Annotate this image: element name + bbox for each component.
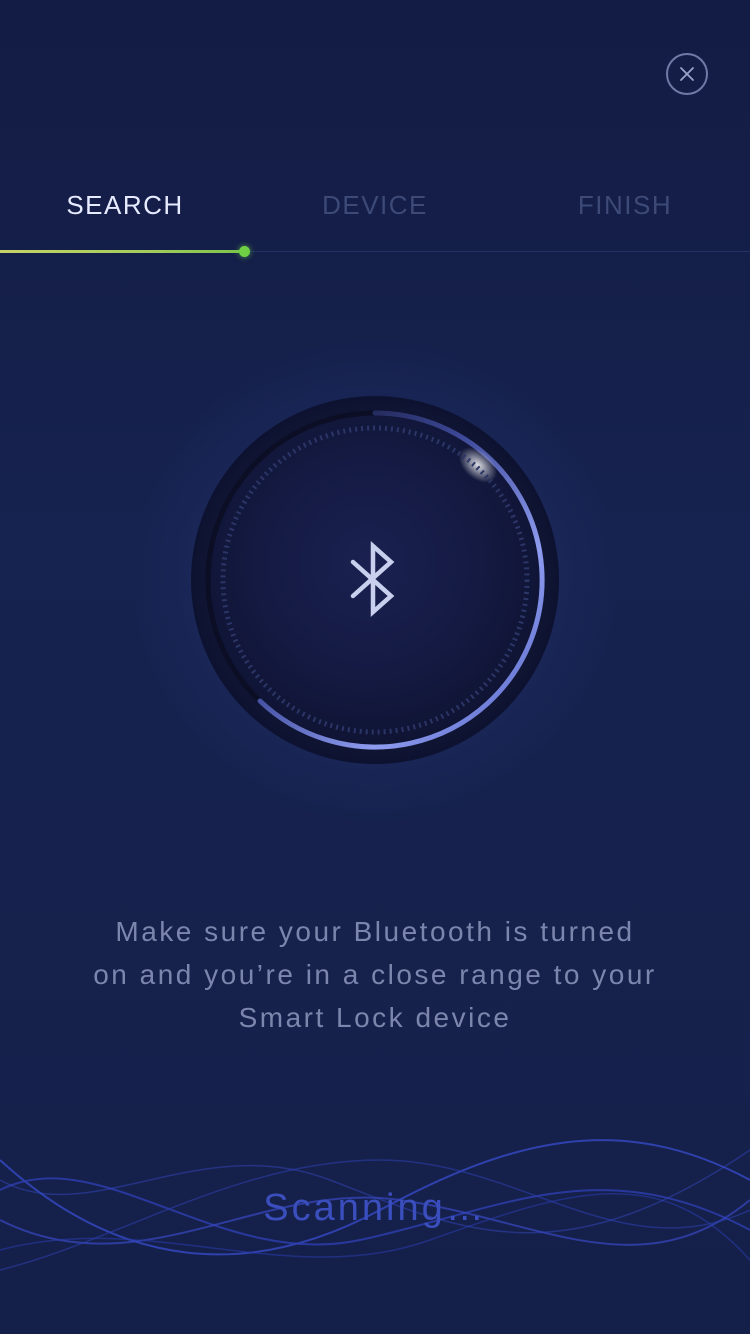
instruction-text: Make sure your Bluetooth is turned on an… xyxy=(60,910,690,1039)
progress-indicator-dot xyxy=(239,246,250,257)
progress-fill xyxy=(0,250,244,253)
step-tabs: SEARCH DEVICE FINISH xyxy=(0,190,750,234)
instruction-line-2: on and you’re in a close range to your xyxy=(93,959,657,990)
setup-screen: SEARCH DEVICE FINISH Make sure your Blue… xyxy=(0,0,750,1334)
instruction-line-1: Make sure your Bluetooth is turned xyxy=(115,916,635,947)
close-icon xyxy=(680,67,694,81)
tab-device[interactable]: DEVICE xyxy=(250,190,500,221)
bluetooth-icon[interactable] xyxy=(345,540,405,620)
close-button[interactable] xyxy=(666,53,708,95)
instruction-line-3: Smart Lock device xyxy=(238,1002,512,1033)
bluetooth-dial xyxy=(130,335,620,825)
tab-finish[interactable]: FINISH xyxy=(500,190,750,221)
scanning-status: Scanning… xyxy=(263,1187,487,1229)
tab-search[interactable]: SEARCH xyxy=(0,190,250,221)
